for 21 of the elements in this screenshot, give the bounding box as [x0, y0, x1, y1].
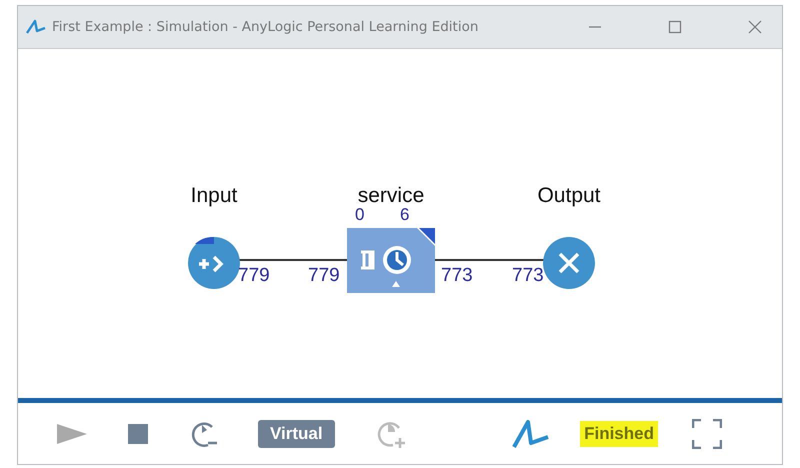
count-label: 779 — [238, 265, 270, 287]
logo-icon — [512, 419, 550, 449]
fullscreen-icon[interactable] — [692, 419, 722, 449]
service-block-icon[interactable] — [347, 228, 435, 293]
virtual-mode-button[interactable]: Virtual — [258, 420, 335, 448]
play-icon[interactable] — [56, 423, 88, 445]
count-label: 6 — [400, 205, 410, 225]
source-block-icon[interactable] — [187, 236, 241, 290]
block-label: service — [358, 184, 424, 208]
sink-block-icon[interactable] — [542, 236, 596, 290]
status-label: Finished — [580, 421, 658, 447]
count-label: 773 — [441, 265, 473, 287]
maximize-icon[interactable] — [668, 20, 682, 34]
count-label: 0 — [355, 205, 364, 225]
logo-icon — [26, 19, 46, 35]
count-label: 773 — [512, 265, 544, 287]
close-icon[interactable] — [748, 20, 762, 34]
count-label: 779 — [308, 265, 340, 287]
block-label: Output — [537, 184, 601, 208]
block-label: Input — [190, 184, 238, 208]
window-title: First Example : Simulation - AnyLogic Personal Learning Edition — [52, 19, 478, 35]
